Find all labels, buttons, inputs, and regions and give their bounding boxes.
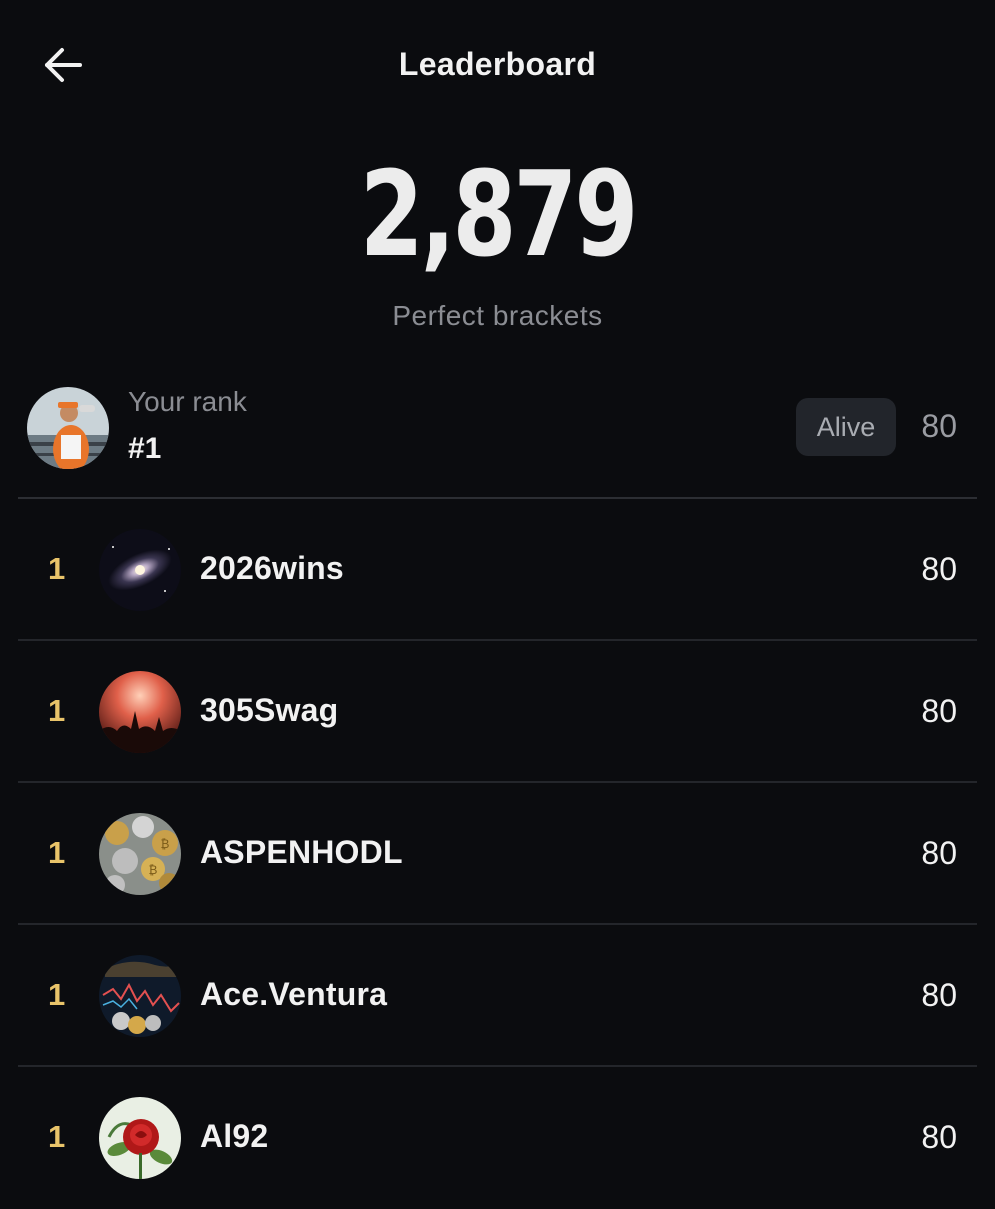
avatar xyxy=(99,1097,181,1179)
crypto-coins-avatar: ₿ ₿ xyxy=(99,813,181,895)
row-score: 80 xyxy=(921,977,957,1013)
rose-avatar xyxy=(99,1097,181,1179)
your-rank-label: Your rank xyxy=(128,386,247,417)
row-score: 80 xyxy=(921,1119,957,1155)
avatar xyxy=(99,529,181,611)
avatar xyxy=(99,955,181,1037)
row-rank: 1 xyxy=(48,551,66,586)
your-score: 80 xyxy=(921,408,957,444)
row-score: 80 xyxy=(921,835,957,871)
avatar xyxy=(99,671,181,753)
leaderboard-row[interactable]: 1 Al92 80 xyxy=(0,1067,995,1209)
row-username: Al92 xyxy=(200,1118,269,1154)
row-username: ASPENHODL xyxy=(200,834,403,870)
user-photo-avatar xyxy=(27,387,109,469)
row-score: 80 xyxy=(921,551,957,587)
concert-crowd-avatar xyxy=(99,671,181,753)
your-rank-value: #1 xyxy=(128,432,162,465)
row-rank: 1 xyxy=(48,693,66,728)
leaderboard-row[interactable]: 1 ₿ ₿ ASPENHODL 80 xyxy=(0,783,995,925)
leaderboard-row[interactable]: 1 2026wins 80 xyxy=(0,499,995,641)
crypto-chart-avatar xyxy=(99,955,181,1037)
avatar: ₿ ₿ xyxy=(99,813,181,895)
perfect-brackets-count: 2,879 xyxy=(359,145,639,283)
your-rank-card[interactable]: Your rank #1 Alive 80 xyxy=(0,380,995,498)
page-title: Leaderboard xyxy=(398,46,597,82)
galaxy-avatar xyxy=(99,529,181,611)
status-badge: Alive xyxy=(796,398,896,456)
avatar xyxy=(27,387,109,469)
row-username: 305Swag xyxy=(200,692,339,728)
row-username: Ace.Ventura xyxy=(200,976,388,1012)
row-username: 2026wins xyxy=(200,550,344,586)
svg-text:₿: ₿ xyxy=(149,863,158,877)
svg-text:₿: ₿ xyxy=(161,837,170,851)
leaderboard-row[interactable]: 1 Ace.Ventura 80 xyxy=(0,925,995,1067)
row-rank: 1 xyxy=(48,835,66,870)
top-bar: Leaderboard xyxy=(0,0,995,130)
row-rank: 1 xyxy=(48,1119,66,1154)
row-rank: 1 xyxy=(48,977,66,1012)
perfect-brackets-label: Perfect brackets xyxy=(392,300,603,331)
leaderboard-row[interactable]: 1 305Swag 80 xyxy=(0,641,995,783)
row-score: 80 xyxy=(921,693,957,729)
